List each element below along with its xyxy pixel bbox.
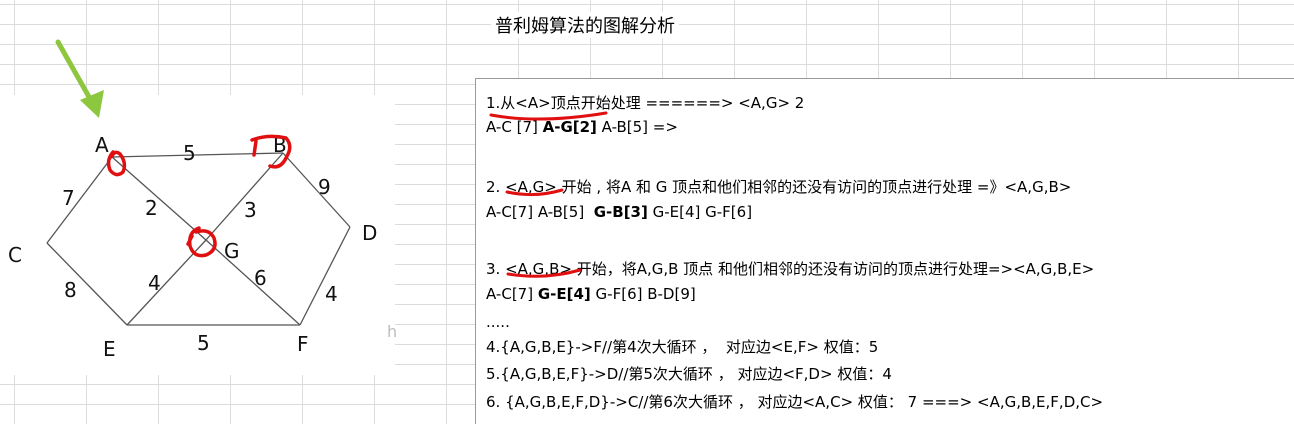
step-4: 4.{A,G,B,E}->F//第4次大循环 ， 对应边<E,F> 权值：5	[486, 338, 879, 356]
step-3-edges: A-C[7] G-E[4] G-F[6] B-D[9]	[486, 284, 696, 304]
edge-weight-A-G: 2	[145, 196, 158, 220]
step-1-selected-edge: A-G[2]	[542, 118, 597, 136]
step-2-edges: A-C[7] A-B[5] G-B[3] G-E[4] G-F[6]	[486, 202, 752, 222]
node-label-G: G	[224, 239, 240, 263]
step-1-edges-part1: A-C [7]	[486, 118, 543, 136]
step-2-heading: 2. <A,G> 开始 , 将A 和 G 顶点和他们相邻的还没有访问的顶点进行处…	[486, 178, 1072, 196]
step-3-selected-edge: G-E[4]	[537, 285, 591, 303]
step-3-heading: 3. <A,G,B> 开始，将A,G,B 顶点 和他们相邻的还没有访问的顶点进行…	[486, 260, 1095, 278]
edge-A-G	[111, 156, 207, 241]
step-6: 6. {A,G,B,E,F,D}->C//第6次大循环 ， 对应边<A,C> 权…	[486, 393, 1104, 411]
edge-weight-A-C: 7	[62, 186, 75, 210]
edge-G-F	[205, 239, 301, 326]
step-3-edges-part1: A-C[7]	[486, 285, 538, 303]
start-arrow-shaft	[55, 39, 96, 107]
highlight-mark-G	[186, 226, 217, 258]
node-label-F: F	[297, 332, 309, 356]
edge-A-B	[111, 152, 284, 158]
edge-weight-D-F: 4	[325, 282, 338, 306]
edge-weight-C-E: 8	[64, 278, 77, 302]
step-1-heading: 1.从<A>顶点开始处理 ======> <A,G> 2	[486, 94, 805, 112]
stray-letter: h	[387, 322, 398, 341]
node-label-C: C	[8, 243, 22, 267]
highlight-mark-A	[106, 150, 127, 177]
edge-weight-E-F: 5	[197, 331, 210, 355]
step-2-edges-part1: A-C[7] A-B[5]	[486, 203, 594, 221]
edge-weight-B-D: 9	[318, 175, 331, 199]
node-label-A: A	[95, 133, 109, 157]
graph-diagram: 57 2 398 4 654A BCDE FG	[8, 39, 377, 361]
edge-C-E	[46, 242, 128, 326]
edge-weight-G-F: 6	[254, 266, 267, 290]
analysis-panel: 1.从<A>顶点开始处理 ======> <A,G> 2 A-C [7] A-G…	[475, 78, 1294, 424]
edge-weight-E-G: 4	[148, 271, 161, 295]
ellipsis: .....	[486, 313, 510, 331]
edge-weight-A-B: 5	[183, 141, 196, 165]
start-arrow-head	[80, 90, 104, 118]
step-5: 5.{A,G,B,E,F}->D//第5次大循环 ， 对应边<F,D> 权值：4	[486, 365, 892, 383]
edge-D-F	[299, 226, 351, 326]
node-label-E: E	[103, 337, 116, 361]
edge-weight-B-G: 3	[244, 198, 257, 222]
step-3-edges-part3: G-F[6] B-D[9]	[590, 285, 696, 303]
node-label-D: D	[362, 221, 377, 245]
page-title: 普利姆算法的图解分析	[491, 12, 679, 38]
step-2-edges-part3: G-E[4] G-F[6]	[647, 203, 753, 221]
step-1-edges: A-C [7] A-G[2] A-B[5] =>	[486, 117, 678, 137]
edge-B-D	[282, 152, 351, 228]
step-2-selected-edge: G-B[3]	[593, 203, 648, 221]
edge-A-C	[46, 156, 113, 244]
step-1-edges-part3: A-B[5] =>	[596, 118, 678, 136]
